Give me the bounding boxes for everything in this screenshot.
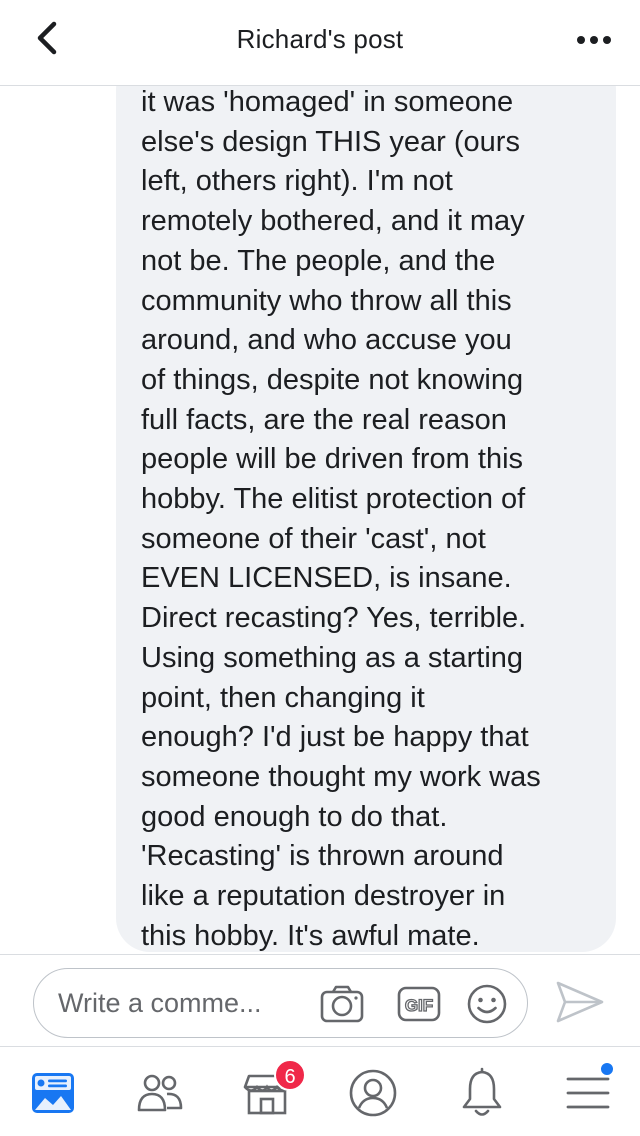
comment-text: it was 'homaged' in someone else's desig…	[141, 86, 541, 952]
news-feed-icon	[32, 1073, 74, 1113]
more-options-button[interactable]	[570, 22, 618, 58]
comment-composer-bar: Write a comme... GIF	[0, 954, 640, 1046]
svg-text:GIF: GIF	[405, 996, 433, 1015]
comment-composer[interactable]: Write a comme... GIF	[33, 968, 528, 1038]
friends-icon	[137, 1074, 183, 1112]
comment-input[interactable]: Write a comme...	[58, 969, 318, 1037]
bell-icon	[462, 1067, 502, 1116]
send-icon	[556, 981, 604, 1023]
gif-icon: GIF	[397, 986, 441, 1022]
bottom-tab-bar: 6	[0, 1046, 640, 1136]
page-title: Richard's post	[236, 24, 404, 54]
camera-button[interactable]	[319, 982, 365, 1026]
comment-thread: it was 'homaged' in someone else's desig…	[0, 86, 640, 954]
marketplace-badge: 6	[274, 1059, 306, 1091]
more-dots-icon	[577, 36, 611, 44]
tab-notifications[interactable]	[452, 1065, 512, 1121]
tab-friends[interactable]	[130, 1065, 190, 1121]
menu-notification-dot	[599, 1061, 615, 1077]
top-bar: Richard's post	[0, 0, 640, 86]
profile-icon	[349, 1069, 397, 1117]
send-button[interactable]	[552, 977, 608, 1027]
menu-icon	[566, 1077, 610, 1109]
camera-icon	[320, 985, 364, 1023]
emoji-icon	[467, 984, 507, 1024]
tab-news-feed[interactable]	[23, 1065, 83, 1121]
emoji-button[interactable]	[464, 982, 510, 1026]
tab-profile[interactable]	[343, 1065, 403, 1121]
gif-button[interactable]: GIF	[396, 982, 442, 1026]
